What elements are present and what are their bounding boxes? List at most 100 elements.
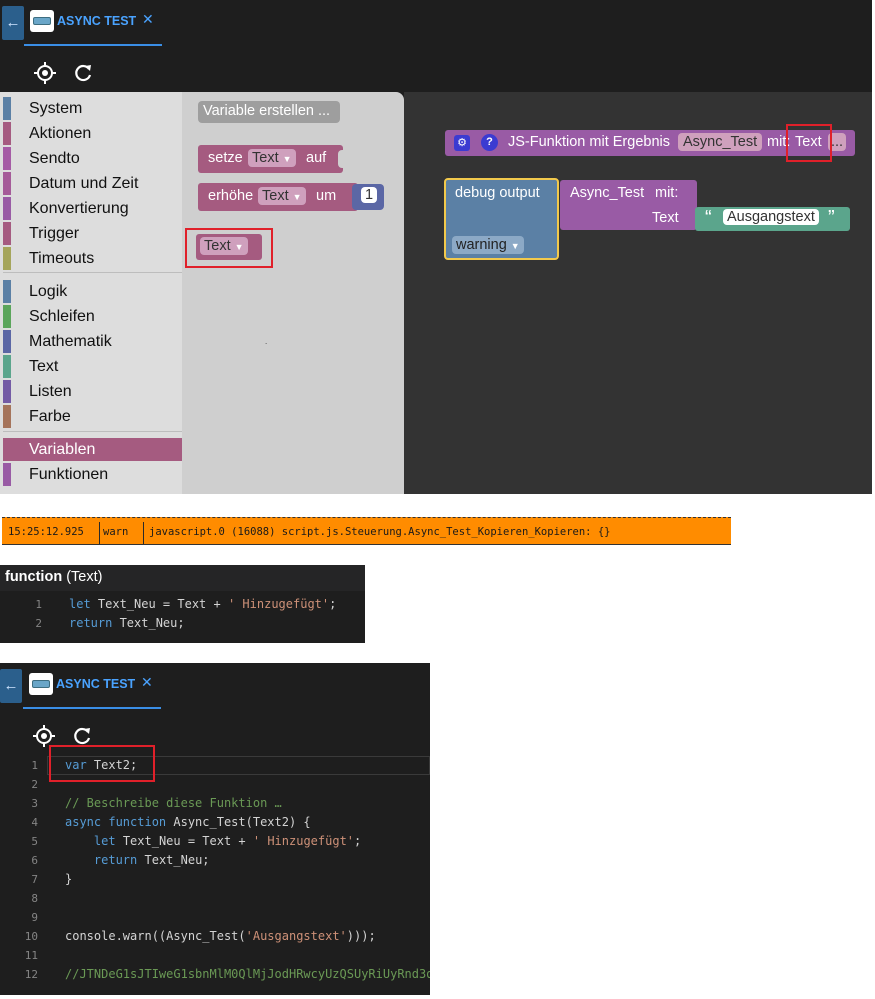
code-editor-panel: ← ASYNC TEST ✕ 1 var Text2; 2 3// Beschreib… (0, 663, 430, 995)
category-color-bar (3, 405, 11, 428)
code-line[interactable]: } (65, 872, 72, 886)
create-variable-button[interactable]: Variable erstellen ... (198, 101, 340, 123)
category-variablen[interactable]: Variablen (3, 438, 182, 461)
call-function-name: Async_Test (570, 185, 645, 201)
line-number: 6 (31, 854, 38, 867)
category-label: System (29, 100, 83, 117)
code-line[interactable]: let Text_Neu = Text + ' Hinzugefügt'; (65, 834, 361, 848)
text-value-field[interactable]: Ausgangstext (723, 209, 819, 225)
category-sendto[interactable]: Sendto (3, 147, 182, 170)
line-number: 9 (31, 911, 38, 924)
code-line[interactable]: // Beschreibe diese Funktion … (65, 796, 282, 810)
log-time: 15:25:12.925 (8, 526, 84, 538)
close-icon[interactable]: ✕ (141, 674, 153, 691)
category-trigger[interactable]: Trigger (3, 222, 182, 245)
category-label: Datum und Zeit (29, 175, 139, 192)
log-level: warn (103, 526, 129, 538)
code-editor[interactable]: 1 var Text2; 2 3// Beschreibe diese Funktio… (0, 756, 430, 995)
number-block[interactable]: 1 (352, 184, 384, 210)
category-label: Listen (29, 383, 72, 400)
tab-bar: ← ASYNC TEST ✕ (0, 663, 430, 713)
category-label: Konvertierung (29, 200, 129, 217)
debug-level-dropdown[interactable]: warning ▼ (452, 236, 524, 254)
blockly-editor-panel: ← ASYNC TEST ✕ System Aktionen Sendto Datum… (0, 0, 872, 494)
gear-icon[interactable]: ⚙ (454, 135, 470, 151)
highlight-box (185, 228, 273, 268)
category-farbe[interactable]: Farbe (3, 405, 182, 428)
line-number: 2 (31, 778, 38, 791)
text-value-block[interactable]: “ Ausgangstext ” (695, 207, 850, 231)
category-logik[interactable]: Logik (3, 280, 182, 303)
function-params: (Text) (66, 569, 103, 585)
line-number: 12 (24, 968, 38, 981)
category-color-bar (3, 247, 11, 270)
category-text[interactable]: Text (3, 355, 182, 378)
category-color-bar (3, 305, 11, 328)
input-notch (338, 150, 348, 168)
script-logo-icon (30, 10, 54, 32)
category-datum-und-zeit[interactable]: Datum und Zeit (3, 172, 182, 195)
category-konvertierung[interactable]: Konvertierung (3, 197, 182, 220)
function-call-block[interactable]: Async_Test mit: Text (560, 180, 697, 230)
category-label: Timeouts (29, 250, 95, 267)
debug-output-block[interactable]: debug output warning ▼ (444, 178, 559, 260)
function-keyword: function (5, 569, 63, 585)
category-aktionen[interactable]: Aktionen (3, 122, 182, 145)
refresh-icon[interactable] (72, 62, 94, 84)
category-timeouts[interactable]: Timeouts (3, 247, 182, 270)
line-number: 10 (24, 930, 38, 943)
tab-async-test[interactable]: ASYNC TEST ✕ (24, 0, 162, 46)
close-icon[interactable]: ✕ (142, 11, 154, 28)
category-label: Logik (29, 283, 68, 300)
category-label: Funktionen (29, 466, 109, 483)
target-icon[interactable] (34, 62, 56, 84)
tab-async-test[interactable]: ASYNC TEST ✕ (23, 663, 161, 709)
log-separator (99, 522, 100, 544)
set-block-variable-dropdown[interactable]: Text ▼ (248, 149, 296, 167)
back-button[interactable]: ← (0, 669, 22, 703)
log-separator (143, 522, 144, 544)
change-block-prefix: erhöhe (208, 188, 254, 204)
category-listen[interactable]: Listen (3, 380, 182, 403)
code-line[interactable]: async function Async_Test(Text2) { (65, 815, 311, 829)
category-schleifen[interactable]: Schleifen (3, 305, 182, 328)
category-color-bar (3, 147, 11, 170)
change-block-variable-dropdown[interactable]: Text ▼ (258, 187, 306, 205)
category-label: Variablen (29, 441, 96, 458)
log-line: 15:25:12.925 warn javascript.0 (16088) s… (2, 517, 731, 545)
arrow-left-icon: ← (5, 14, 21, 31)
category-mathematik[interactable]: Mathematik (3, 330, 182, 353)
category-color-bar (3, 380, 11, 403)
code-line[interactable]: //JTNDeG1sJTIweG1sbnMlM0QlMjJodHRwcyUzQS… (65, 967, 430, 981)
category-color-bar (3, 122, 11, 145)
close-quote: ” (828, 207, 835, 229)
category-label: Mathematik (29, 333, 112, 350)
code-line[interactable]: let Text_Neu = Text + ' Hinzugefügt'; (69, 597, 336, 611)
category-funktionen[interactable]: Funktionen (3, 463, 182, 486)
number-value[interactable]: 1 (361, 187, 378, 203)
category-label: Sendto (29, 150, 80, 167)
change-block-middle: um (316, 188, 337, 204)
category-color-bar (3, 330, 11, 353)
code-line[interactable]: console.warn((Async_Test('Ausgangstext')… (65, 929, 376, 943)
set-block-suffix: auf (306, 150, 327, 166)
target-icon[interactable] (33, 725, 55, 747)
line-number: 1 (35, 598, 42, 611)
help-icon[interactable]: ? (481, 134, 498, 151)
refresh-icon[interactable] (71, 725, 93, 747)
highlight-box (786, 124, 832, 162)
code-line[interactable]: return Text_Neu; (65, 853, 210, 867)
set-variable-block[interactable]: setze Text ▼ auf (198, 145, 348, 173)
tab-title: ASYNC TEST (57, 14, 137, 28)
back-button[interactable]: ← (2, 6, 24, 40)
function-name-field[interactable]: Async_Test (678, 133, 763, 151)
line-number: 3 (31, 797, 38, 810)
script-logo-icon (29, 673, 53, 695)
code-line[interactable]: return Text_Neu; (69, 616, 185, 630)
change-variable-block[interactable]: erhöhe Text ▼ um (198, 183, 358, 211)
category-label: Trigger (29, 225, 80, 242)
category-color-bar (3, 463, 11, 486)
category-color-bar (3, 97, 11, 120)
category-system[interactable]: System (3, 97, 182, 120)
category-color-bar (3, 280, 11, 303)
